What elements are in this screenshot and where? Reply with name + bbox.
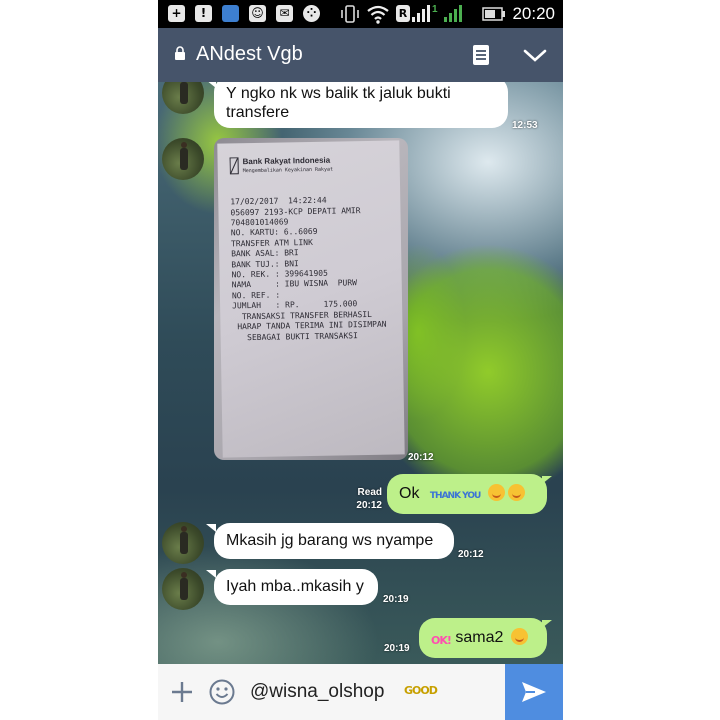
message-composer: GOOD [158,664,563,720]
message-bubble-outgoing[interactable]: OK! sama2 [419,618,547,658]
read-receipt: Read 20:12 [348,486,382,512]
bubble-tail [206,524,216,532]
thank-you-sticker: THANK YOU [429,491,481,501]
chat-bubble-icon: ✉ [276,5,293,22]
bri-logo-icon [229,157,239,175]
receipt-line: TRANSFER ATM LINK [230,237,313,249]
message-text: Ok [399,485,420,502]
smile-emoji-icon [507,484,525,501]
cleaner-icon [222,5,239,22]
message-time: 20:12 [458,549,484,560]
receipt-text: Bank Rakyat Indonesia Mengembalikan Keyak… [229,155,387,344]
phone-screen: + ! ☺ ✉ ⁘ R 1 20:20 ANdest Vgb Y ngko nk… [158,0,563,720]
avatar[interactable] [162,138,204,180]
message-bubble-incoming[interactable]: Mkasih jg barang ws nyampe [214,523,454,559]
message-bubble-outgoing[interactable]: Ok THANK YOU [387,474,547,541]
read-label: Read [357,487,382,498]
messenger-icon: ☺ [249,5,266,22]
receipt-line: JUMLAH : RP. 175.000 [232,299,358,311]
receipt-line: 704801014069 [230,217,289,228]
sim1-signal-icon [412,5,430,22]
message-input[interactable] [246,676,496,708]
message-bubble-incoming[interactable]: Y ngko nk ws balik tk jaluk bukti transf… [214,82,508,128]
sim2-label: 1 [432,4,438,15]
good-sticker: GOOD [404,684,438,697]
wifi-icon [367,5,389,24]
chat-header: ANdest Vgb [158,28,563,82]
receipt-line: NAMA : IBU WISNA PURW [231,278,358,290]
send-button[interactable] [505,664,563,720]
emoji-button[interactable] [208,678,236,706]
receipt-line: NO. REK. : 399641905 [231,268,328,280]
lock-icon [175,46,185,60]
avatar[interactable] [162,522,204,564]
message-text: Mkasih jg barang ws nyampe [226,532,434,549]
alert-icon: ! [195,5,212,22]
status-time: 20:20 [512,4,555,23]
receipt-subtitle: Mengembalikan Keyakinan Rakyat [242,166,334,175]
smile-emoji-icon [487,484,505,501]
sim1-label: R [396,5,410,22]
receipt-line: NO. REF. : [231,290,281,301]
sim2-signal-icon [444,5,462,22]
receipt-line: HARAP TANDA TERIMA INI DISIMPAN [232,319,387,332]
receipt-line: BANK TUJ.: BNI [231,258,299,270]
message-time: 20:12 [356,500,382,511]
chevron-down-icon[interactable] [522,45,548,65]
message-bubble-incoming[interactable]: Iyah mba..mkasih y [214,569,378,605]
battery-icon [482,7,505,21]
receipt-image: Bank Rakyat Indonesia Mengembalikan Keyak… [217,140,405,458]
message-time: 12:53 [512,120,538,131]
message-time: 20:19 [383,594,409,605]
message-text: sama2 [455,629,504,646]
smile-emoji-icon [510,628,528,645]
bubble-tail [206,570,216,578]
message-text: Iyah mba..mkasih y [226,578,364,595]
photo-message[interactable]: Bank Rakyat Indonesia Mengembalikan Keyak… [214,138,408,460]
status-bar: + ! ☺ ✉ ⁘ R 1 20:20 [158,0,563,28]
receipt-line: BANK ASAL: BRI [231,248,299,259]
receipt-line: 17/02/2017 14:22:44 [230,195,327,207]
bubble-tail [542,476,552,484]
message-time: 20:12 [408,452,434,463]
vibrate-icon [341,5,359,23]
receipt-line: NO. KARTU: 6..6069 [230,227,318,238]
bbm-icon: ⁘ [303,5,320,22]
message-time: 20:19 [384,643,410,654]
receipt-line: TRANSAKSI TRANSFER BERHASIL [232,309,373,322]
receipt-line: 056097 2193-KCP DEPATI AMIR [230,205,361,218]
ok-sticker: OK! [431,634,452,647]
receipt-line: SEBAGAI BUKTI TRANSAKSI [232,330,358,342]
bubble-tail [542,620,552,628]
chat-title[interactable]: ANdest Vgb [196,43,303,66]
chat-area[interactable]: Y ngko nk ws balik tk jaluk bukti transf… [158,82,563,664]
send-icon [522,682,546,702]
avatar[interactable] [162,568,204,610]
notes-icon[interactable] [470,43,492,67]
plus-box-icon: + [168,5,185,22]
avatar[interactable] [162,82,204,114]
message-text: Y ngko nk ws balik tk jaluk bukti transf… [226,85,451,121]
add-attachment-button[interactable] [170,680,194,704]
